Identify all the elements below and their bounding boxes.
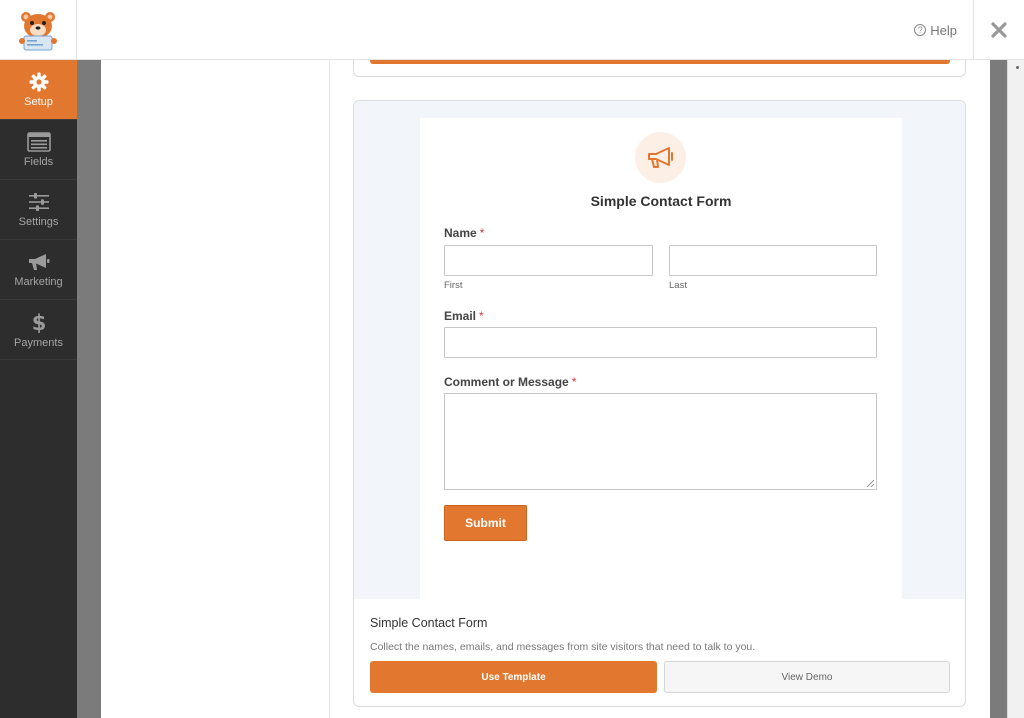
template-name: Simple Contact Form [370, 616, 488, 630]
sidebar: Setup Fields Settings Marketing $ Paymen… [0, 60, 77, 718]
template-preview: Simple Contact Form Name * First Last Ema… [354, 101, 965, 599]
megaphone-icon [28, 253, 49, 270]
name-label: Name * [444, 226, 484, 240]
sidebar-item-payments[interactable]: $ Payments [0, 300, 77, 360]
scrollbar[interactable] [1007, 60, 1024, 718]
resize-grip-icon[interactable] [867, 480, 874, 487]
close-icon [991, 22, 1007, 38]
column-divider [329, 60, 330, 718]
sidebar-item-settings[interactable]: Settings [0, 180, 77, 240]
overlay-left [77, 60, 101, 718]
question-circle-icon: ? [914, 24, 927, 36]
megaphone-icon [647, 146, 673, 168]
use-template-button[interactable]: Use Template [370, 661, 657, 693]
form-preview-sheet: Simple Contact Form Name * First Last Ema… [420, 118, 902, 599]
svg-text:$: $ [32, 311, 46, 333]
required-mark: * [571, 375, 577, 389]
message-label-text: Comment or Message [444, 375, 569, 389]
name-label-text: Name [444, 226, 477, 240]
first-name-input[interactable] [444, 245, 653, 276]
sidebar-item-label: Marketing [14, 275, 63, 288]
last-sublabel: Last [669, 280, 687, 291]
sidebar-item-label: Settings [18, 215, 59, 228]
sidebar-item-setup[interactable]: Setup [0, 60, 77, 120]
wpforms-bear-logo-icon [19, 12, 57, 51]
required-mark: * [479, 226, 485, 240]
sidebar-item-marketing[interactable]: Marketing [0, 240, 77, 300]
logo [0, 0, 77, 60]
sidebar-item-label: Fields [23, 155, 54, 168]
email-input[interactable] [444, 327, 877, 358]
required-mark: * [479, 309, 484, 323]
form-title: Simple Contact Form [590, 193, 732, 209]
email-label-text: Email [444, 309, 477, 323]
email-label: Email * [444, 309, 484, 323]
last-name-input[interactable] [669, 245, 877, 276]
view-demo-button[interactable]: View Demo [664, 661, 950, 693]
sidebar-item-label: Setup [24, 95, 53, 108]
fields-list-icon [26, 131, 51, 152]
sidebar-item-fields[interactable]: Fields [0, 120, 77, 180]
help-label: Help [930, 22, 957, 38]
template-card: Simple Contact Form Name * First Last Ema… [353, 100, 966, 707]
submit-button[interactable]: Submit [444, 505, 527, 541]
dollar-icon: $ [32, 311, 46, 333]
message-label: Comment or Message * [444, 375, 576, 389]
close-button[interactable] [973, 0, 1024, 60]
template-description: Collect the names, emails, and messages … [370, 641, 756, 653]
scrollbar-thumb[interactable] [1016, 66, 1019, 69]
form-icon-circle [635, 132, 686, 183]
top-bar: ? Help [0, 0, 1024, 60]
gear-icon [29, 72, 48, 91]
first-sublabel: First [444, 280, 463, 291]
message-textarea[interactable] [444, 393, 877, 490]
help-link[interactable]: ? Help [914, 0, 957, 60]
sliders-icon [28, 192, 49, 211]
sidebar-item-label: Payments [14, 336, 63, 349]
